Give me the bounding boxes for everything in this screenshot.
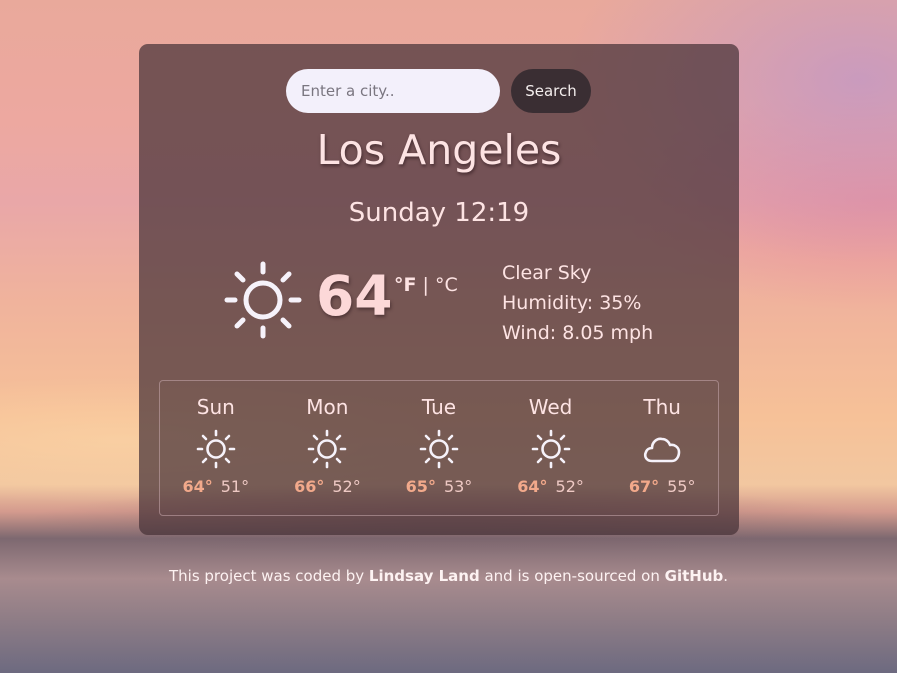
forecast-high: 65° [405, 477, 436, 496]
forecast-high: 64° [517, 477, 548, 496]
sun-icon [224, 261, 302, 339]
footer: This project was coded by Lindsay Land a… [0, 567, 897, 585]
forecast-high: 64° [182, 477, 213, 496]
forecast-day: Sun 64° 51° [160, 381, 272, 515]
forecast-temps: 66° 52° [272, 477, 384, 496]
forecast-day: Thu 67° 55° [606, 381, 718, 515]
forecast-temps: 65° 53° [383, 477, 495, 496]
footer-text: and is open-sourced on [479, 567, 665, 585]
sun-icon [308, 429, 347, 469]
forecast-low: 55° [667, 477, 696, 496]
celsius-link[interactable]: °C [435, 274, 458, 296]
city-name: Los Angeles [316, 126, 562, 174]
forecast-temps: 67° 55° [606, 477, 718, 496]
unit-toggle: °F | °C [394, 274, 458, 296]
sun-icon [196, 429, 236, 469]
forecast-low: 52° [555, 477, 584, 496]
forecast-low: 51° [220, 477, 250, 496]
city-search-input[interactable] [286, 69, 500, 113]
footer-text: This project was coded by [168, 567, 369, 585]
weather-details: Clear Sky Humidity: 35% Wind: 8.05 mph [502, 258, 653, 348]
forecast-low: 53° [443, 477, 473, 496]
unit-separator: | [422, 274, 429, 296]
forecast-day-name: Sun [196, 395, 235, 419]
author-link[interactable]: Lindsay Land [369, 567, 480, 585]
search-form: Search [286, 69, 591, 113]
current-datetime: Sunday 12:19 [348, 198, 530, 228]
humidity: Humidity: 35% [502, 292, 642, 314]
forecast-day-name: Thu [643, 395, 681, 419]
forecast-low: 52° [332, 477, 361, 496]
forecast-day: Tue 65° 53° [383, 381, 495, 515]
forecast-day-name: Tue [421, 395, 457, 419]
fahrenheit-link[interactable]: °F [394, 274, 416, 296]
forecast-day: Mon 66° 52° [272, 381, 384, 515]
cloud-icon [644, 437, 681, 463]
forecast-temps: 64° 52° [495, 477, 607, 496]
forecast-high: 67° [628, 477, 660, 496]
current-temperature: 64 [316, 264, 393, 328]
footer-text: . [723, 567, 729, 585]
search-button[interactable]: Search [511, 69, 591, 113]
forecast-day-name: Mon [306, 395, 349, 419]
weather-description: Clear Sky [502, 262, 592, 284]
weather-card: Search Los Angeles Sunday 12:19 64 °F | … [139, 44, 739, 535]
sun-icon [419, 429, 459, 469]
sun-icon [531, 429, 570, 469]
forecast-temps: 64° 51° [160, 477, 272, 496]
github-link[interactable]: GitHub [665, 567, 724, 585]
forecast-day: Wed 64° 52° [495, 381, 607, 515]
forecast: Sun 64° 51° Mon 66° 52° Tue 65° 53° Wed … [159, 380, 719, 516]
forecast-day-name: Wed [528, 395, 573, 419]
wind: Wind: 8.05 mph [502, 322, 654, 344]
forecast-high: 66° [294, 477, 325, 496]
